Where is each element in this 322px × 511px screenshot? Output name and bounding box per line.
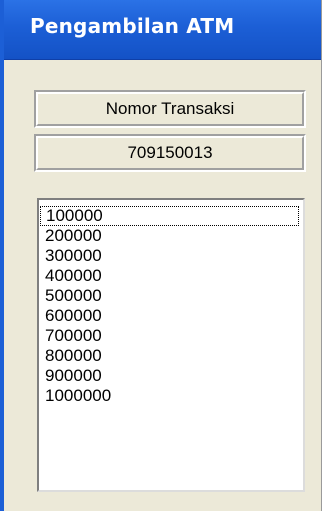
list-item[interactable]: 900000 — [39, 366, 303, 386]
list-item[interactable]: 300000 — [39, 246, 303, 266]
transaction-number-value: 709150013 — [34, 134, 306, 172]
list-item[interactable]: 400000 — [39, 266, 303, 286]
list-item[interactable]: 700000 — [39, 326, 303, 346]
title-bar[interactable]: Pengambilan ATM — [4, 0, 321, 60]
window-title: Pengambilan ATM — [30, 14, 235, 38]
list-item[interactable]: 100000 — [40, 206, 299, 226]
list-item[interactable]: 500000 — [39, 286, 303, 306]
list-item[interactable]: 800000 — [39, 346, 303, 366]
amount-listbox[interactable]: 100000 200000 300000 400000 500000 60000… — [37, 198, 305, 492]
list-item[interactable]: 200000 — [39, 226, 303, 246]
list-item[interactable]: 1000000 — [39, 386, 303, 406]
list-item[interactable]: 600000 — [39, 306, 303, 326]
transaction-number-label: Nomor Transaksi — [34, 90, 306, 128]
atm-window: Pengambilan ATM Nomor Transaksi 70915001… — [0, 0, 322, 511]
